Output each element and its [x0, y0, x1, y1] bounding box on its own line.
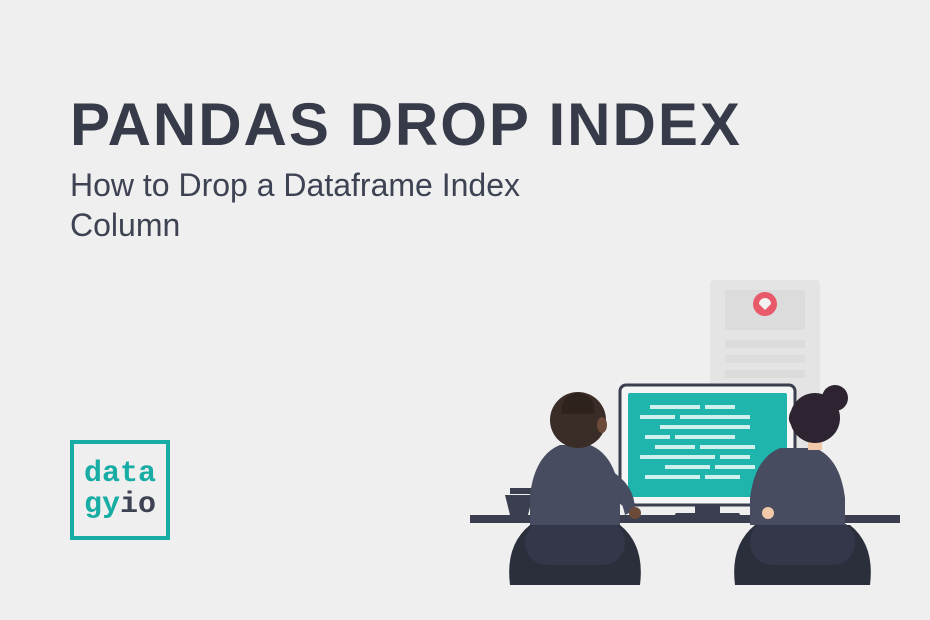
logo-line-2: gyio: [84, 490, 156, 522]
hero-illustration: [470, 270, 900, 590]
logo-text-gy: gy: [84, 488, 120, 522]
logo-line-1: data: [84, 459, 156, 491]
brand-logo: data gyio: [70, 440, 170, 540]
page-subtitle: How to Drop a Dataframe Index Column: [70, 165, 590, 245]
page-title: PANDAS DROP INDEX: [70, 90, 742, 159]
people-coding-icon: [470, 270, 900, 590]
logo-text-io: io: [120, 488, 156, 522]
